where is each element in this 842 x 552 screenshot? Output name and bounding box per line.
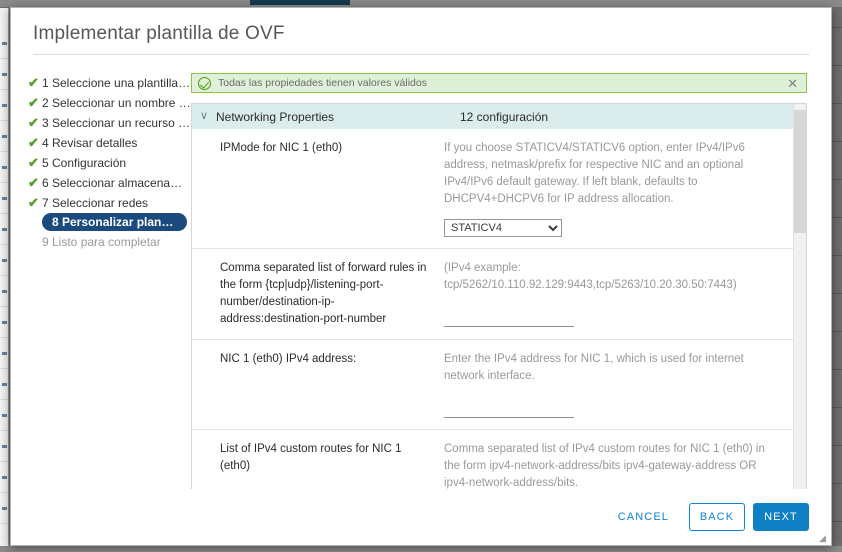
table-row: Comma separated list of forward rules in…	[192, 249, 793, 340]
page-title: Implementar plantilla de OVF	[33, 23, 285, 44]
sidebar-item-step-1[interactable]: ✔ 1 Seleccione una plantilla d...	[27, 73, 191, 92]
check-icon: ✔	[28, 135, 39, 150]
sidebar-item-label: 1 Seleccione una plantilla d...	[42, 75, 191, 90]
sidebar-item-step-2[interactable]: ✔ 2 Seleccionar un nombre y ...	[27, 93, 191, 112]
next-button[interactable]: NEXT	[753, 503, 809, 531]
property-label: IPMode for NIC 1 (eth0)	[220, 142, 343, 154]
close-icon[interactable]: ✕	[785, 77, 800, 90]
forward-rules-input[interactable]	[444, 310, 574, 327]
property-description: Comma separated list of IPv4 custom rout…	[444, 443, 765, 489]
property-description: (IPv4 example: tcp/5262/10.110.92.129:94…	[444, 262, 737, 291]
sidebar-item-step-3[interactable]: ✔ 3 Seleccionar un recurso in...	[27, 113, 191, 132]
check-icon: ✔	[28, 95, 39, 110]
dialog-body: ✔ 1 Seleccione una plantilla d... ✔ 2 Se…	[11, 63, 831, 489]
section-name: Networking Properties	[216, 109, 335, 124]
property-value-cell: (IPv4 example: tcp/5262/10.110.92.129:94…	[444, 260, 783, 328]
chevron-down-icon[interactable]: ∨	[200, 111, 216, 122]
sidebar-item-step-9[interactable]: 9 Listo para completar	[27, 232, 191, 251]
section-header-networking[interactable]: ∨ Networking Properties 12 configuración	[192, 104, 793, 129]
property-description: Enter the IPv4 address for NIC 1, which …	[444, 353, 744, 382]
dialog-header: Implementar plantilla de OVF	[11, 8, 831, 63]
sidebar-item-step-7[interactable]: ✔ 7 Seleccionar redes	[27, 193, 191, 212]
property-label: NIC 1 (eth0) IPv4 address:	[220, 353, 357, 365]
dialog-footer: CANCEL BACK NEXT	[11, 489, 831, 545]
background-page-sliver	[0, 8, 9, 546]
resize-handle-icon[interactable]: ◢	[819, 534, 828, 543]
sidebar-item-label: 2 Seleccionar un nombre y ...	[42, 95, 191, 110]
check-icon: ✔	[28, 175, 39, 190]
background-right-strip	[832, 7, 842, 552]
property-value-cell: If you choose STATICV4/STATICV6 option, …	[444, 140, 783, 237]
status-banner-text: Todas las propiedades tienen valores vál…	[218, 77, 427, 89]
background-bottom-strip	[0, 546, 842, 552]
sidebar-item-label: 9 Listo para completar	[42, 234, 161, 249]
properties-table: ∨ Networking Properties 12 configuración…	[191, 103, 807, 489]
nic1-ipv4-address-input[interactable]	[444, 401, 574, 418]
background-top-strip	[0, 0, 842, 7]
scrollbar-thumb[interactable]	[794, 110, 806, 233]
section-config-count: 12 configuración	[460, 109, 549, 124]
table-row: List of IPv4 custom routes for NIC 1 (et…	[192, 430, 793, 489]
sidebar-item-label: 5 Configuración	[42, 155, 127, 170]
back-button[interactable]: BACK	[689, 503, 745, 531]
status-banner-success: Todas las propiedades tienen valores vál…	[191, 73, 807, 93]
ipmode-select[interactable]: STATICV4	[444, 219, 562, 237]
deploy-ovf-template-dialog: Implementar plantilla de OVF ✔ 1 Selecci…	[10, 7, 832, 546]
check-icon: ✔	[28, 195, 39, 210]
browser-tab-indicator[interactable]	[250, 0, 350, 5]
properties-scroll-area: ∨ Networking Properties 12 configuración…	[192, 104, 793, 489]
table-row: IPMode for NIC 1 (eth0) If you choose ST…	[192, 129, 793, 249]
property-label: List of IPv4 custom routes for NIC 1 (et…	[220, 443, 402, 472]
sidebar-item-label: 7 Seleccionar redes	[42, 195, 149, 210]
cancel-button[interactable]: CANCEL	[604, 503, 683, 531]
sidebar-item-label: 3 Seleccionar un recurso in...	[42, 115, 191, 130]
table-row: NIC 1 (eth0) IPv4 address: Enter the IPv…	[192, 340, 793, 430]
check-icon: ✔	[28, 115, 39, 130]
check-icon: ✔	[28, 155, 39, 170]
property-value-cell: Enter the IPv4 address for NIC 1, which …	[444, 351, 783, 418]
check-circle-icon	[198, 76, 211, 90]
sidebar-item-step-8-active[interactable]: 8 Personalizar plantilla	[42, 213, 187, 231]
sidebar-item-label: 8 Personalizar plantilla	[52, 215, 177, 229]
sidebar-item-step-6[interactable]: ✔ 6 Seleccionar almacenamie...	[27, 173, 191, 192]
sidebar-item-label: 4 Revisar detalles	[42, 135, 138, 150]
properties-scrollbar[interactable]	[793, 104, 806, 489]
sidebar-item-step-4[interactable]: ✔ 4 Revisar detalles	[27, 133, 191, 152]
sidebar-item-step-5[interactable]: ✔ 5 Configuración	[27, 153, 191, 172]
title-divider	[33, 54, 809, 55]
property-value-cell: Comma separated list of IPv4 custom rout…	[444, 441, 783, 489]
property-label: Comma separated list of forward rules in…	[220, 262, 427, 325]
customize-template-panel: Todas las propiedades tienen valores vál…	[191, 63, 819, 489]
wizard-step-nav: ✔ 1 Seleccione una plantilla d... ✔ 2 Se…	[11, 63, 191, 489]
property-description: If you choose STATICV4/STATICV6 option, …	[444, 142, 745, 205]
sidebar-item-label: 6 Seleccionar almacenamie...	[42, 175, 191, 190]
check-icon: ✔	[28, 75, 39, 90]
